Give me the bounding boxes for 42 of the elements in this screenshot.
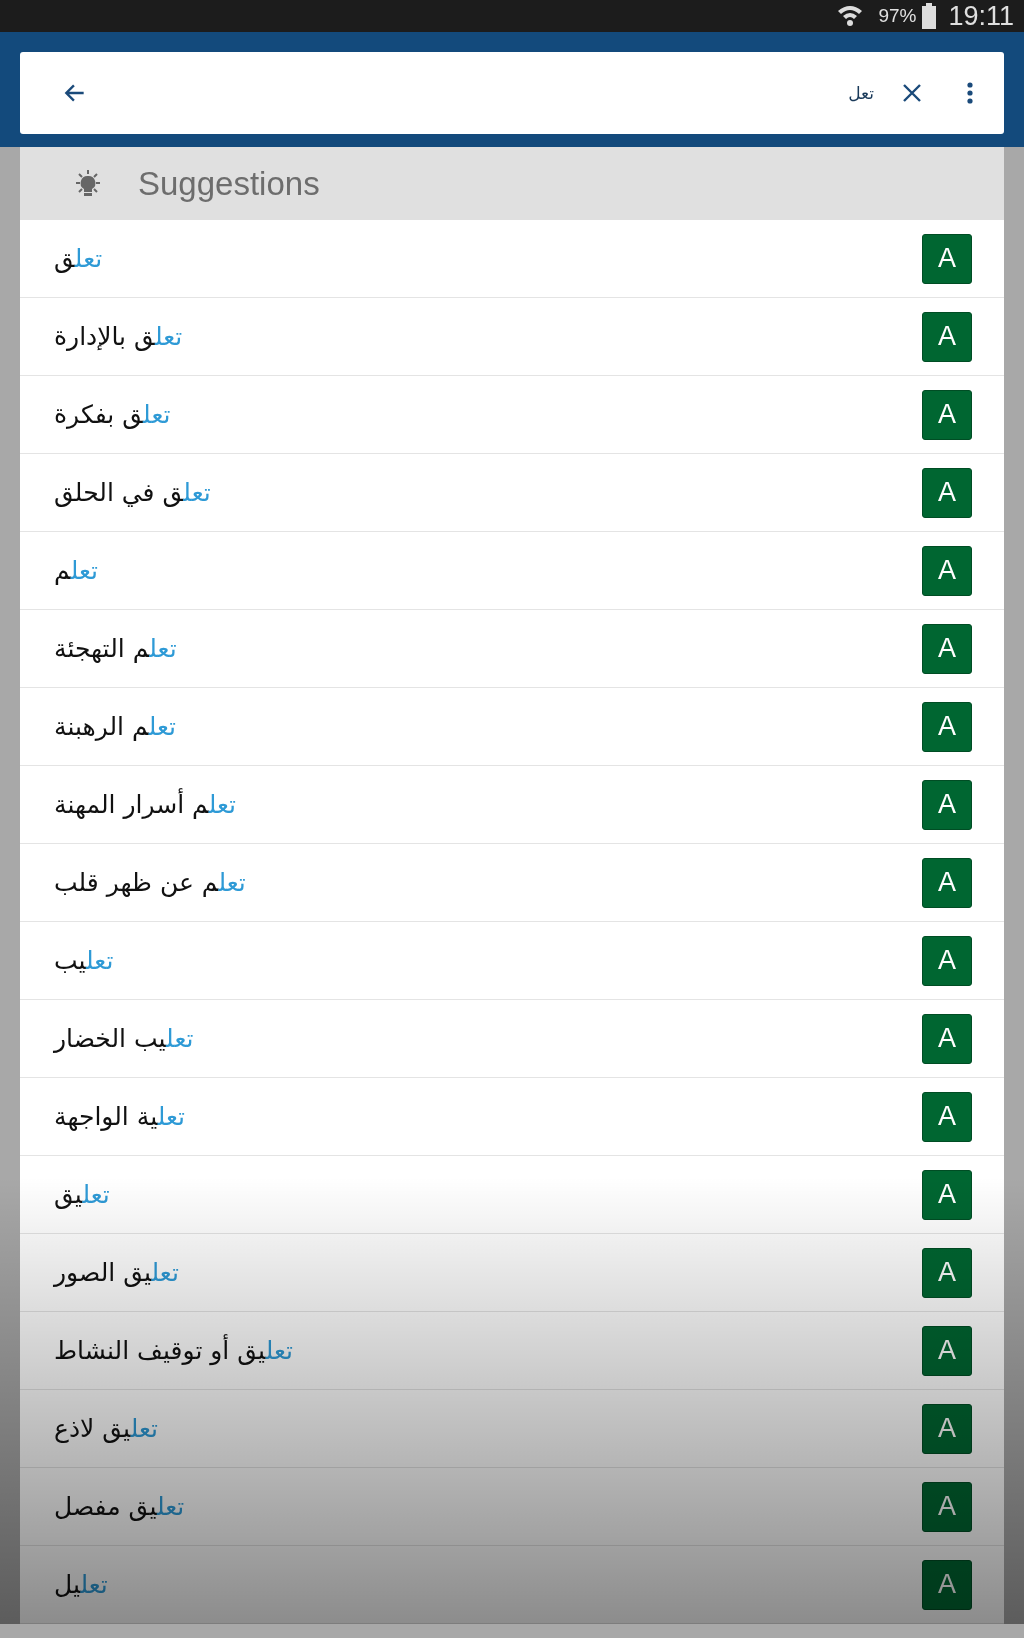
suggestions-title: Suggestions	[138, 164, 320, 203]
letter-button[interactable]: A	[922, 1013, 972, 1064]
more-icon[interactable]	[966, 81, 974, 105]
suggestion-text: تعلم عن ظهر قلب	[54, 868, 246, 897]
suggestion-text: تعليل	[54, 1570, 108, 1599]
suggestion-text: تعليق لاذع	[54, 1414, 158, 1443]
suggestion-text: تعلم	[54, 556, 98, 585]
suggestion-text: تعلق في الحلق	[54, 478, 211, 507]
suggestion-text: تعلية الواجهة	[54, 1102, 185, 1131]
letter-button[interactable]: A	[922, 311, 972, 362]
suggestion-text: تعليب الخضار	[54, 1024, 194, 1053]
letter-button[interactable]: A	[922, 545, 972, 596]
suggestion-text: تعلق بفكرة	[54, 400, 171, 429]
suggestion-text: تعلم الرهبنة	[54, 712, 176, 741]
letter-button[interactable]: A	[922, 233, 972, 284]
battery-percent: 97%	[878, 5, 917, 27]
letter-button[interactable]: A	[922, 389, 972, 440]
letter-button[interactable]: A	[922, 1559, 972, 1610]
suggestion-text: تعليق	[54, 1180, 110, 1209]
suggestion-text: تعليق الصور	[54, 1258, 179, 1287]
letter-button[interactable]: A	[922, 935, 972, 986]
suggestion-text: تعلق	[54, 244, 103, 273]
search-field[interactable]: تعل	[20, 52, 1004, 134]
suggestion-text: تعليق مفصل	[54, 1492, 185, 1521]
letter-button[interactable]: A	[922, 1247, 972, 1298]
suggestion-text: تعليق أو توقيف النشاط	[54, 1336, 293, 1365]
letter-button[interactable]: A	[922, 1403, 972, 1454]
suggestion-text: تعليب	[54, 946, 114, 975]
suggestion-text: تعلق بالإدارة	[54, 322, 183, 351]
letter-button[interactable]: A	[922, 701, 972, 752]
suggestion-text: تعلم أسرار المهنة	[54, 790, 237, 819]
letter-button[interactable]: A	[922, 779, 972, 830]
letter-button[interactable]: A	[922, 857, 972, 908]
clock-time: 19:11	[948, 0, 1014, 32]
suggestion-text: تعلم التهجئة	[54, 634, 177, 663]
letter-button[interactable]: A	[922, 623, 972, 674]
letter-button[interactable]: A	[922, 1481, 972, 1532]
letter-button[interactable]: A	[922, 1169, 972, 1220]
letter-button[interactable]: A	[922, 1091, 972, 1142]
battery-icon	[922, 3, 937, 29]
letter-button[interactable]: A	[922, 467, 972, 518]
letter-button[interactable]: A	[922, 1325, 972, 1376]
